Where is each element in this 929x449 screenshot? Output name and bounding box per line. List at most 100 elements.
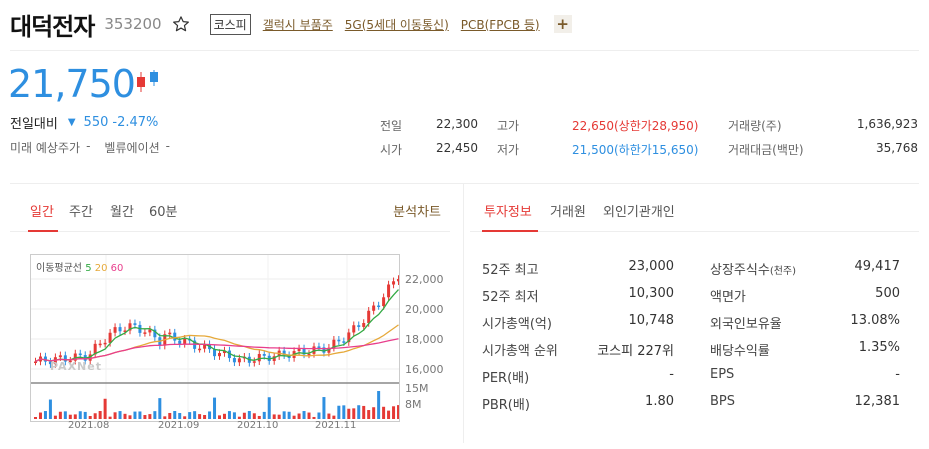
candle xyxy=(237,358,241,363)
volume-bar xyxy=(103,398,107,419)
volume-bar xyxy=(257,415,261,419)
volume-bar xyxy=(148,414,152,419)
stock-code: 353200 xyxy=(104,15,162,33)
prev-close-value: 22,300 xyxy=(436,117,478,131)
change-row: 전일대비 ▼ 550 -2.47% xyxy=(10,113,158,132)
info-value: 10,748 xyxy=(628,313,675,328)
divider xyxy=(463,183,464,443)
down-arrow-icon: ▼ xyxy=(67,117,76,128)
volume-bar xyxy=(198,414,202,419)
theme-link-galaxy[interactable]: 갤럭시 부품주 xyxy=(263,16,333,33)
low-value: 21,500(하한가15,650) xyxy=(572,143,699,157)
tab-weekly[interactable]: 주간 xyxy=(69,201,93,220)
candle xyxy=(78,353,82,356)
volume-bar xyxy=(193,411,197,419)
volume-bar xyxy=(287,411,291,419)
volume-bar xyxy=(78,411,82,419)
theme-link-pcb[interactable]: PCB(FPCB 등) xyxy=(461,16,540,33)
change-percent: -2.47% xyxy=(112,115,159,130)
legend-title: 이동평균선 xyxy=(36,263,82,274)
info-value: 10,300 xyxy=(628,286,675,301)
volume-bar xyxy=(208,411,212,419)
volume-bar xyxy=(133,411,137,419)
x-tick: 2021.10 xyxy=(237,420,279,431)
volume-bar xyxy=(367,410,371,419)
volume-bar xyxy=(218,415,221,419)
info-value: 500 xyxy=(875,286,900,301)
add-theme-button[interactable]: + xyxy=(553,15,572,33)
info-label: PBR(배) xyxy=(482,398,530,413)
y-tick: 20,000 xyxy=(405,303,444,316)
volume-bar xyxy=(98,411,102,419)
volume-bar xyxy=(342,405,346,419)
volume-bar xyxy=(252,413,256,419)
analysis-chart-link[interactable]: 분석차트 xyxy=(393,201,441,220)
candle xyxy=(178,340,182,344)
info-value: 코스피 227위 xyxy=(597,344,674,359)
tab-investment-info[interactable]: 투자정보 xyxy=(484,201,532,220)
volume-bar xyxy=(34,417,37,419)
low-label: 저가 xyxy=(497,143,520,157)
watermark: PAXNet xyxy=(50,360,102,373)
volume-bar xyxy=(312,416,316,419)
active-tab-underline xyxy=(482,230,538,232)
volume-bar xyxy=(153,411,157,419)
volume-bar xyxy=(237,416,241,419)
volume-bar xyxy=(113,412,117,419)
volume-bar xyxy=(242,412,246,419)
future-row: 미래 예상주가 - 벨류에이션 - xyxy=(10,139,176,156)
title-row: 대덕전자 353200 코스피 갤럭시 부품주 5G(5세대 이동통신) PCB… xyxy=(10,8,572,41)
volume-bar xyxy=(322,397,326,419)
valuation-label: 벨류에이션 xyxy=(104,141,160,155)
legend-ma60: 60 xyxy=(110,263,124,274)
candle xyxy=(367,310,371,324)
candle xyxy=(362,323,366,327)
tab-monthly[interactable]: 월간 xyxy=(110,201,134,220)
volume-bar xyxy=(357,405,361,419)
info-label: 시가총액 순위 xyxy=(482,344,558,359)
volume-bar xyxy=(382,406,386,419)
info-label: BPS xyxy=(710,394,736,409)
volume-bar xyxy=(188,412,192,419)
candle xyxy=(387,284,391,298)
volume-bar xyxy=(213,397,217,419)
volume-bar xyxy=(327,413,331,419)
info-value: 1.80 xyxy=(645,394,674,409)
candle xyxy=(58,355,62,358)
volume-bar xyxy=(38,412,42,419)
favorite-star-icon[interactable] xyxy=(172,14,192,34)
volume-bar xyxy=(352,408,356,419)
candle xyxy=(218,353,221,357)
legend-ma20: 20 xyxy=(94,263,108,274)
theme-link-5g[interactable]: 5G(5세대 이동통신) xyxy=(345,16,449,33)
info-label: 배당수익률 xyxy=(710,344,770,359)
volume-bar xyxy=(247,411,251,419)
volume-bar xyxy=(362,405,366,419)
volume-bar xyxy=(53,415,57,419)
volume-bar xyxy=(282,411,286,419)
candle-icon xyxy=(134,68,162,96)
tab-daily[interactable]: 일간 xyxy=(30,201,54,220)
candle xyxy=(168,332,172,335)
candle xyxy=(377,305,381,308)
info-label-text: 상장주식수 xyxy=(710,263,770,278)
volume-bar xyxy=(183,416,187,419)
chart-canvas xyxy=(31,255,401,421)
divider xyxy=(10,183,919,184)
candle xyxy=(213,349,217,357)
tab-brokers[interactable]: 거래원 xyxy=(550,201,586,220)
tab-foreign-institution[interactable]: 외인기관개인 xyxy=(603,201,675,220)
volume-bar xyxy=(58,411,62,419)
volume-bar xyxy=(227,411,231,419)
candle xyxy=(173,332,177,341)
divider xyxy=(10,50,919,51)
tab-60min[interactable]: 60분 xyxy=(149,201,178,220)
volume-bar xyxy=(68,414,72,419)
price-chart[interactable] xyxy=(30,254,401,422)
candle xyxy=(148,329,152,333)
high-label: 고가 xyxy=(497,119,520,133)
candle xyxy=(337,339,341,342)
candle xyxy=(198,348,202,351)
volume-bar xyxy=(317,412,321,419)
info-value: 23,000 xyxy=(628,259,675,274)
